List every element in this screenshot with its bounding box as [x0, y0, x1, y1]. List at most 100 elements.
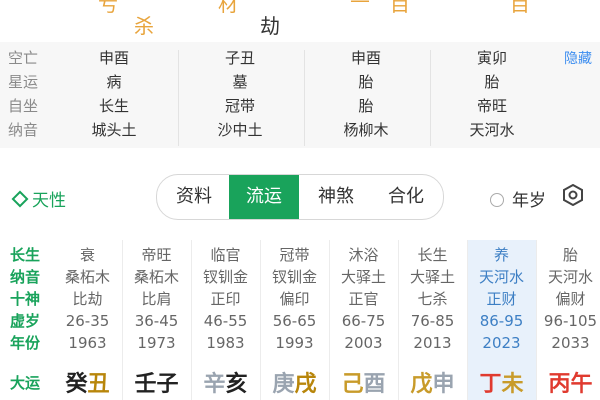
row-label-changsheng: 长生 — [9, 246, 40, 264]
dizhi: 子 — [156, 372, 179, 397]
dizhi: 亥 — [225, 372, 248, 397]
dizhi: 酉 — [363, 372, 386, 397]
dayun-ganzhi: 丁未 — [467, 366, 536, 398]
tab-liuyun[interactable]: 流运 — [229, 175, 299, 219]
tab-hehua[interactable]: 合化 — [371, 175, 441, 219]
cell-value: 46-55 — [203, 312, 248, 330]
info-col-day: 申酉 胎 胎 杨柳木 — [316, 46, 416, 142]
dayun-column[interactable]: 帝旺桑柘木比肩 36-45 1973 壬子 — [122, 240, 191, 400]
cell-value: 长生 — [417, 246, 448, 264]
info-val: 病 — [106, 73, 122, 91]
dayun-column[interactable]: 冠带 钗钏金 偏印 56-65 1993 庚戌 — [260, 240, 329, 400]
divider — [122, 240, 123, 400]
cell-value: 偏印 — [279, 290, 310, 308]
hide-button[interactable]: 隐藏 — [564, 48, 592, 68]
info-val: 胎 — [358, 97, 374, 115]
cell-value: 大驿土 — [340, 268, 386, 286]
divider — [329, 240, 330, 400]
info-val: 天河水 — [469, 121, 515, 139]
divider — [178, 50, 179, 146]
dizhi: 丑 — [87, 372, 110, 397]
divider — [304, 50, 305, 146]
cell-value: 76-85 — [410, 312, 455, 330]
divider — [536, 240, 537, 400]
cell-value: 66-75 — [341, 312, 386, 330]
cell-value: 96-105 — [543, 312, 598, 330]
dayun-ganzhi: 己酉 — [329, 366, 398, 398]
divider — [398, 240, 399, 400]
label-zizuo: 自坐 — [8, 97, 39, 115]
info-col-hour: 寅卯 胎 帝旺 天河水 — [442, 46, 542, 142]
diamond-icon — [11, 190, 29, 208]
cell-value: 桑柘木 — [64, 268, 110, 286]
row-label-shishen: 十神 — [9, 290, 40, 308]
dizhi: 戌 — [294, 372, 317, 397]
info-val: 墓 — [232, 73, 248, 91]
dayun-ganzhi: 壬子 — [122, 366, 191, 398]
info-labels: 空亡 星运 自坐 纳音 — [0, 46, 52, 142]
cell-value: 86-95 — [479, 312, 524, 330]
info-col-year: 申酉 病 长生 城头土 — [64, 46, 164, 142]
dayun-column[interactable]: 衰桑柘木比劫 26-35 1963 癸丑 — [53, 240, 122, 400]
cell-value: 比肩 — [141, 290, 172, 308]
cell-value: 桑柘木 — [133, 268, 179, 286]
dizhi: 申 — [432, 372, 455, 397]
info-val: 冠带 — [224, 97, 255, 115]
cell-value: 比劫 — [72, 290, 103, 308]
tab-shensha[interactable]: 神煞 — [301, 175, 371, 219]
tab-ziliao[interactable]: 资料 — [159, 175, 229, 219]
label-kongwang: 空亡 — [8, 49, 39, 67]
info-val: 寅卯 — [476, 49, 507, 67]
cell-value: 临官 — [210, 246, 241, 264]
dizhi: 未 — [501, 372, 524, 397]
cell-value: 正印 — [210, 290, 241, 308]
row-label-xusui: 虚岁 — [9, 312, 40, 330]
label-xingyun: 星运 — [8, 73, 39, 91]
info-val: 胎 — [358, 73, 374, 91]
tiangan: 戊 — [410, 372, 433, 397]
tiangan: 庚 — [272, 372, 295, 397]
tiangan: 癸 — [65, 372, 88, 397]
tiangan: 丁 — [479, 372, 502, 397]
cell-value: 36-45 — [134, 312, 179, 330]
cell-value: 天河水 — [547, 268, 593, 286]
row-label-nianfen: 年份 — [9, 334, 40, 352]
dayun-table: 长生 纳音 十神 虚岁 年份 大运 衰桑柘木 比劫 26-35 1963 癸丑 帝旺 桑柘木… — [0, 240, 600, 400]
tianxing-link[interactable]: 天性 — [11, 186, 66, 211]
tiangan: 丙 — [548, 372, 571, 397]
dayun-column[interactable]: 临官 钗钏金 正印 46-55 1983 辛亥 — [191, 240, 260, 400]
dayun-column[interactable]: 长生 大驿土 七杀 76-85 2013 戊申 — [398, 240, 467, 400]
dayun-column[interactable]: 沐浴 大驿土 正官 66-75 2003 己酉 — [329, 240, 398, 400]
info-grid: 空亡 星运 自坐 纳音 申酉 病 长生 城头土 子丑 墓 冠带 沙中土 申酉 胎… — [0, 42, 600, 148]
cell-value: 2023 — [482, 334, 521, 352]
cell-value: 衰 — [79, 246, 95, 264]
info-val: 沙中土 — [217, 121, 263, 139]
nianshui-toggle[interactable]: 年岁 — [490, 186, 546, 211]
dayun-ganzhi: 癸丑 — [53, 366, 122, 398]
cell-value: 养 — [493, 246, 509, 264]
divider — [430, 50, 431, 146]
cell-value: 1963 — [68, 334, 107, 352]
shishen-sha: 杀 — [134, 14, 154, 38]
cell-value: 26-35 — [65, 312, 110, 330]
row-labels: 长生 纳音 十神 虚岁 年份 — [0, 244, 50, 354]
settings-hex-icon[interactable] — [562, 184, 584, 206]
tiangan: 壬 — [134, 372, 157, 397]
cell-value: 1973 — [137, 334, 176, 352]
cell-value: 1993 — [275, 334, 314, 352]
cell-value: 2003 — [344, 334, 383, 352]
info-val: 申酉 — [350, 49, 381, 67]
cell-value: 大驿土 — [409, 268, 455, 286]
dayun-column[interactable]: 胎天河水 偏财 96-105 2033 丙午 — [536, 240, 600, 400]
cell-value: 帝旺 — [141, 246, 172, 264]
cell-value: 钗钏金 — [202, 268, 248, 286]
divider — [260, 240, 261, 400]
divider — [191, 240, 192, 400]
dayun-ganzhi: 辛亥 — [191, 366, 260, 398]
dizhi: 午 — [570, 372, 593, 397]
info-val: 长生 — [98, 97, 129, 115]
dayun-column[interactable]: 养天河水 正财 86-95 2023 丁未 — [467, 240, 536, 400]
dayun-ganzhi: 庚戌 — [260, 366, 329, 398]
top-strip: 亏 材 — 目 目 杀 劫 — [0, 0, 600, 42]
cell-value: 2013 — [413, 334, 452, 352]
